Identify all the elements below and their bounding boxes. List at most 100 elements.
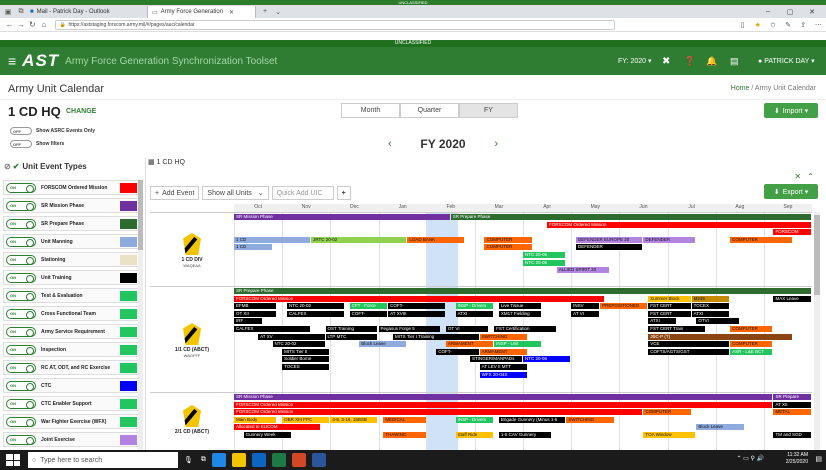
calendar-event[interactable]: STINGER/MANPADs [470,356,522,363]
refresh-icon[interactable]: ↻ [27,20,38,29]
event-types-heading[interactable]: ⊘ ✔ Unit Event Types [4,162,87,171]
calendar-event[interactable]: INSV [571,303,600,310]
calendar-event[interactable]: NTC 20-06 [523,356,571,363]
add-event-button[interactable]: + Add Event [150,186,200,200]
calendar-event[interactable]: COFT- [349,310,388,317]
event-type-toggle[interactable]: ON [6,344,36,355]
calendar-event[interactable]: SWITCHING [479,333,527,340]
calendar-event[interactable]: ARMAMENT [479,348,527,355]
calendar-event[interactable]: LTP MTC [325,333,378,340]
browser-tab-outlook[interactable]: ■ Mail - Patrick Day - Outlook [26,6,148,18]
calendar-event[interactable]: TOA Window [643,432,696,438]
menu-icon[interactable]: ≡ [8,53,16,69]
calendar-event[interactable]: 1-5 CAV Gunnery [498,432,551,438]
calendar-event[interactable]: NTC 20-02 [286,303,344,310]
maximize-icon[interactable]: ▢ [780,5,800,18]
unit-label[interactable]: 1 CD DIV WAQEAA [150,233,234,268]
view-quarter-button[interactable]: Quarter [400,103,459,118]
home-icon[interactable]: ⌂ [38,20,49,29]
calendar-event[interactable]: AT LEV II MTT [479,364,527,370]
new-tab-icon[interactable]: + [260,7,270,17]
microphone-icon[interactable]: 🎙 [184,456,193,464]
calendar-event[interactable]: IRF [234,318,262,325]
sidebar-scroll-thumb[interactable] [138,180,143,250]
calendar-event[interactable]: DEFENDER [643,236,696,243]
calendar-event[interactable]: Allocated to EUCOM [234,424,320,431]
calendar-event[interactable]: CFT - Force [349,303,388,310]
calendar-event[interactable]: Staff Ride [455,432,494,438]
event-type-color[interactable] [120,416,137,427]
calendar-event[interactable]: FORSCOM [773,229,811,236]
event-type-color[interactable] [120,218,137,229]
event-type-color[interactable] [120,362,137,373]
calendar-event[interactable]: JRTC 20-02 [311,236,407,243]
event-type-color[interactable] [120,380,137,391]
calendar-event[interactable]: COMPUTER [643,409,691,416]
calendar-event[interactable]: COFT- [388,303,445,310]
calendar-event[interactable]: MAX Leave [773,295,811,302]
chevron-up-icon[interactable]: ⌃ [807,172,814,181]
calendar-event[interactable]: Soldier Borne [282,356,330,363]
calendar-event[interactable]: MITS Tier I Training [392,333,479,340]
change-hq-link[interactable]: CHANGE [66,108,96,115]
calendar-event[interactable]: SR Prepare Phase [450,214,811,220]
event-type-toggle[interactable]: ON [6,272,36,283]
collapse-icon[interactable]: ✕ [794,172,801,181]
task-view-icon[interactable]: ⧉ [201,456,206,464]
tools-icon[interactable]: ✖ [662,47,670,75]
calendar-event[interactable]: DEFENDER EUROPE 20 [575,236,643,243]
event-type-color[interactable] [120,398,137,409]
breadcrumb-home[interactable]: Home [731,85,750,92]
calendar-event[interactable]: COMPUTER [484,236,532,243]
calendar-event[interactable]: OST Training [325,326,378,332]
powerpoint-icon[interactable] [291,453,306,467]
calendar-event[interactable]: NTC 20-06 [523,252,566,258]
calendar-event[interactable]: 1 CD [234,244,272,251]
quick-add-button[interactable]: + [336,186,351,200]
calendar-event[interactable]: Summer Block [648,295,691,302]
event-type-toggle[interactable]: ON [6,182,36,193]
help-icon[interactable]: ❓ [684,47,695,75]
calendar-event[interactable]: Block Leave [359,341,407,348]
event-type-color[interactable] [120,308,137,319]
taskbar-clock[interactable]: 11:32 AM 2/25/2020 [786,452,808,466]
url-input[interactable]: 🔒 https://aststaging.forscom.army.mil/#/… [55,19,616,30]
calendar-event[interactable]: AT XV [258,333,325,340]
calendar-event[interactable]: COFT- [436,348,479,355]
calendar-event[interactable]: SR Mission Phase [234,394,773,400]
calendar-event[interactable]: MITS Tier II [282,348,330,355]
system-tray[interactable]: ⌃ ▭ ⚲ 🔊 [736,455,764,462]
close-window-icon[interactable]: ✕ [802,5,822,18]
share-icon[interactable]: ⇪ [796,21,811,29]
user-menu[interactable]: ● PATRICK DAY ▾ [758,47,815,75]
calendar-event[interactable]: FST CERT [648,310,691,317]
event-type-color[interactable] [120,434,137,445]
reading-view-icon[interactable]: ▯ [735,21,750,29]
calendar-event[interactable]: ASR - L&E BCT [730,348,773,355]
calendar-event[interactable]: Live Tissue [498,303,542,310]
calendar-event[interactable]: COFTS/AGTS/GST [648,348,730,355]
event-type-color[interactable] [120,290,137,301]
calendar-event[interactable]: AT VI [571,310,600,317]
calendar-event[interactable]: METAL [773,409,811,416]
calendar-event[interactable]: Pegasus Forge 5 [378,326,441,332]
calendar-event[interactable]: SWITCHING [566,416,614,423]
calendar-event[interactable]: ATXI [691,310,730,317]
favorites-icon[interactable]: ✩ [765,21,780,29]
calendar-event[interactable]: XM17 Fielding [498,310,542,317]
import-button[interactable]: ⬇ Import ▾ [764,103,818,118]
calendar-event[interactable]: OT VI [445,326,489,332]
calendar-event[interactable]: ARMAMENT [445,341,494,348]
calendar-event[interactable]: FORSCOM Ordered Mission [547,221,811,228]
close-tab-icon[interactable]: ✕ [229,9,234,16]
asrc-toggle[interactable]: OFF [10,127,32,135]
calendar-event[interactable]: FST CERT [648,303,691,310]
browser-tab-afg[interactable]: ▭ Army Force Generation ✕ [148,6,256,18]
calendar-event[interactable]: MEDICAL [383,416,426,423]
calendar-event[interactable]: CALFEX [234,326,311,332]
calendar-event[interactable]: FST CERT Train [648,326,706,332]
calendar-event[interactable]: OBR XIII FPC [282,416,330,423]
browser-window-icon[interactable]: ▣ [3,7,13,17]
calendar-event[interactable]: 4-8, 3-16, 15BSB [330,416,378,423]
event-type-toggle[interactable]: ON [6,200,36,211]
